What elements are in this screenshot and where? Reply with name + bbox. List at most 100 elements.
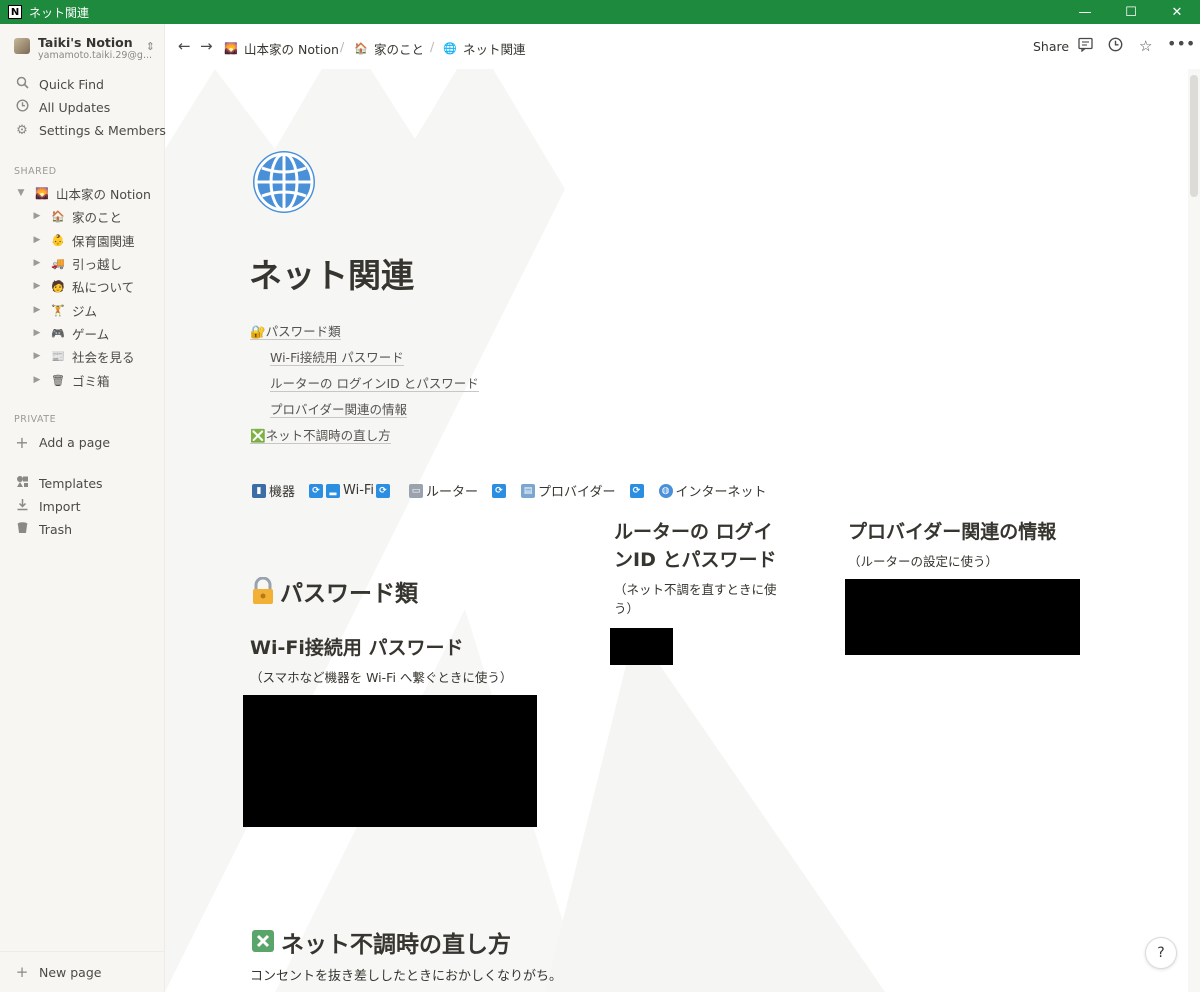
sidebar-page-root[interactable]: ▼ 🌄 山本家の Notion bbox=[14, 182, 151, 204]
window-titlebar: N ネット関連 — ☐ ✕ bbox=[0, 0, 1200, 24]
expand-triangle-icon[interactable]: ▶ bbox=[30, 211, 44, 221]
trash-bin-icon: 🗑 bbox=[51, 373, 65, 387]
breadcrumb-label: 家のこと bbox=[374, 42, 425, 57]
sidebar-item-label: Settings & Members bbox=[39, 122, 166, 138]
sidebar: Taiki's Notion yamamoto.taiki.29@g... ⇕ … bbox=[0, 24, 166, 992]
workspace-switcher[interactable]: Taiki's Notion yamamoto.taiki.29@g... ⇕ bbox=[13, 35, 161, 63]
add-page-button[interactable]: + Add a page bbox=[13, 431, 110, 453]
sidebar-item-import[interactable]: Import bbox=[13, 495, 81, 517]
minimize-button[interactable]: — bbox=[1062, 0, 1108, 24]
templates-icon bbox=[13, 475, 31, 492]
expand-triangle-icon[interactable]: ▶ bbox=[30, 328, 44, 338]
new-page-label: New page bbox=[39, 964, 102, 980]
plus-icon: + bbox=[15, 432, 29, 452]
signal-bars-icon: ▂ bbox=[326, 483, 341, 498]
router-icon: ▭ bbox=[409, 483, 424, 498]
wifi-note[interactable]: （スマホなど機器を Wi-Fi へ繋ぐときに使う） bbox=[250, 668, 512, 687]
cross-mark-box-icon bbox=[251, 929, 277, 955]
globe-small-icon: ◍ bbox=[658, 483, 673, 498]
window-title: ネット関連 bbox=[29, 5, 90, 20]
refresh-arrows-icon: ⟳ bbox=[376, 483, 391, 498]
sidebar-page-child[interactable]: ▶ 🗑 ゴミ箱 bbox=[30, 369, 110, 391]
heading-passwords[interactable]: パスワード類 bbox=[250, 574, 418, 608]
heading-provider-info[interactable]: プロバイダー関連の情報 bbox=[848, 518, 1056, 546]
sidebar-item-label: All Updates bbox=[39, 99, 111, 115]
refresh-arrows-icon: ⟳ bbox=[492, 483, 507, 498]
flow-internet-label: インターネット bbox=[675, 485, 767, 500]
maximize-button[interactable]: ☐ bbox=[1108, 0, 1154, 24]
share-button[interactable]: Share bbox=[1033, 39, 1069, 54]
sidebar-page-label: ジム bbox=[72, 303, 98, 319]
refresh-arrows-icon: ⟳ bbox=[309, 483, 324, 498]
truck-icon: 🚚 bbox=[51, 256, 65, 270]
search-icon bbox=[13, 76, 31, 93]
sidebar-page-child[interactable]: ▶ 🎮 ゲーム bbox=[30, 322, 110, 344]
sidebar-page-child[interactable]: ▶ 👶 保育園関連 bbox=[30, 229, 135, 251]
import-icon bbox=[13, 498, 31, 515]
section-label-shared: SHARED bbox=[14, 166, 57, 177]
page-scrollbar[interactable] bbox=[1188, 69, 1200, 992]
breadcrumb-item[interactable]: 🏠 家のこと bbox=[354, 39, 424, 58]
globe-icon[interactable] bbox=[250, 148, 318, 216]
heading-wifi-password[interactable]: Wi-Fi接続用 パスワード bbox=[250, 634, 463, 662]
help-button[interactable]: ? bbox=[1145, 937, 1177, 969]
breadcrumb-item[interactable]: 🌄 山本家の Notion bbox=[224, 39, 339, 58]
toc-link[interactable]: ルーターの ログインID とパスワード bbox=[270, 373, 479, 392]
sidebar-item-templates[interactable]: Templates bbox=[13, 472, 103, 494]
note-line: う） bbox=[614, 601, 640, 616]
breadcrumb-item[interactable]: 🌐 ネット関連 bbox=[443, 39, 526, 58]
expand-triangle-icon[interactable]: ▶ bbox=[30, 258, 44, 268]
sidebar-page-child[interactable]: ▶ 🚚 引っ越し bbox=[30, 252, 122, 274]
toc-link[interactable]: プロバイダー関連の情報 bbox=[270, 399, 408, 418]
sidebar-page-label: ゲーム bbox=[72, 326, 110, 342]
sidebar-page-child[interactable]: ▶ 🧑 私について bbox=[30, 275, 135, 297]
gamepad-icon: 🎮 bbox=[51, 326, 65, 340]
breadcrumb-separator: / bbox=[340, 39, 345, 54]
history-clock-icon[interactable] bbox=[1108, 37, 1123, 56]
comment-icon[interactable] bbox=[1078, 37, 1093, 56]
sidebar-item-settings[interactable]: ⚙ Settings & Members bbox=[13, 119, 166, 141]
house-icon: 🏠 bbox=[51, 209, 65, 223]
sidebar-page-child[interactable]: ▶ 🏠 家のこと bbox=[30, 205, 122, 227]
flow-router-label: ルーター bbox=[426, 485, 479, 500]
sidebar-item-all-updates[interactable]: All Updates bbox=[13, 96, 110, 118]
close-button[interactable]: ✕ bbox=[1154, 0, 1200, 24]
back-arrow-icon[interactable]: ← bbox=[178, 37, 191, 55]
troubleshooting-text[interactable]: コンセントを抜き差ししたときにおかしくなりがち。 bbox=[250, 967, 562, 986]
toc-link[interactable]: 🔐パスワード類 bbox=[250, 321, 341, 340]
sidebar-item-quick-find[interactable]: Quick Find bbox=[13, 73, 104, 95]
breadcrumb-label: ネット関連 bbox=[463, 42, 526, 57]
scrollbar-thumb[interactable] bbox=[1190, 75, 1198, 197]
toc-link-label: プロバイダー関連の情報 bbox=[270, 402, 408, 418]
sidebar-item-trash[interactable]: Trash bbox=[13, 518, 72, 540]
expand-triangle-icon[interactable]: ▶ bbox=[30, 235, 44, 245]
workspace-avatar bbox=[14, 38, 30, 54]
favorite-star-icon[interactable]: ☆ bbox=[1139, 37, 1152, 55]
forward-arrow-icon[interactable]: → bbox=[200, 37, 213, 55]
expand-triangle-open-icon[interactable]: ▼ bbox=[14, 188, 28, 198]
expand-triangle-icon[interactable]: ▶ bbox=[30, 351, 44, 361]
toc-link[interactable]: ❎ネット不調時の直し方 bbox=[250, 425, 391, 444]
page-title[interactable]: ネット関連 bbox=[249, 249, 414, 297]
heading-line: ルーターの ログイ bbox=[614, 521, 773, 543]
provider-note[interactable]: （ルーターの設定に使う） bbox=[848, 552, 998, 571]
expand-triangle-icon[interactable]: ▶ bbox=[30, 305, 44, 315]
new-page-button[interactable]: + New page bbox=[0, 951, 164, 992]
redacted-router-login bbox=[610, 628, 673, 665]
toc-link[interactable]: Wi-Fi接続用 パスワード bbox=[270, 347, 404, 366]
expand-triangle-icon[interactable]: ▶ bbox=[30, 281, 44, 291]
sunrise-icon: 🌄 bbox=[224, 42, 238, 55]
flow-provider-label: プロバイダー bbox=[538, 485, 616, 500]
workspace-email: yamamoto.taiki.29@g... bbox=[38, 50, 152, 61]
router-note[interactable]: （ネット不調を直すときに使 う） bbox=[614, 580, 777, 618]
heading-line: ンID とパスワード bbox=[614, 549, 777, 571]
expand-triangle-icon[interactable]: ▶ bbox=[30, 375, 44, 385]
sidebar-page-child[interactable]: ▶ 📰 社会を見る bbox=[30, 345, 135, 367]
toc-link-label: 🔐パスワード類 bbox=[250, 324, 341, 340]
chevron-updown-icon: ⇕ bbox=[145, 40, 155, 53]
more-options-icon[interactable]: ••• bbox=[1167, 34, 1195, 53]
lock-key-icon bbox=[250, 577, 278, 605]
heading-troubleshooting[interactable]: ネット不調時の直し方 bbox=[251, 925, 511, 959]
heading-router-login[interactable]: ルーターの ログイ ンID とパスワード bbox=[614, 518, 776, 574]
sidebar-page-child[interactable]: ▶ 🏋 ジム bbox=[30, 299, 97, 321]
